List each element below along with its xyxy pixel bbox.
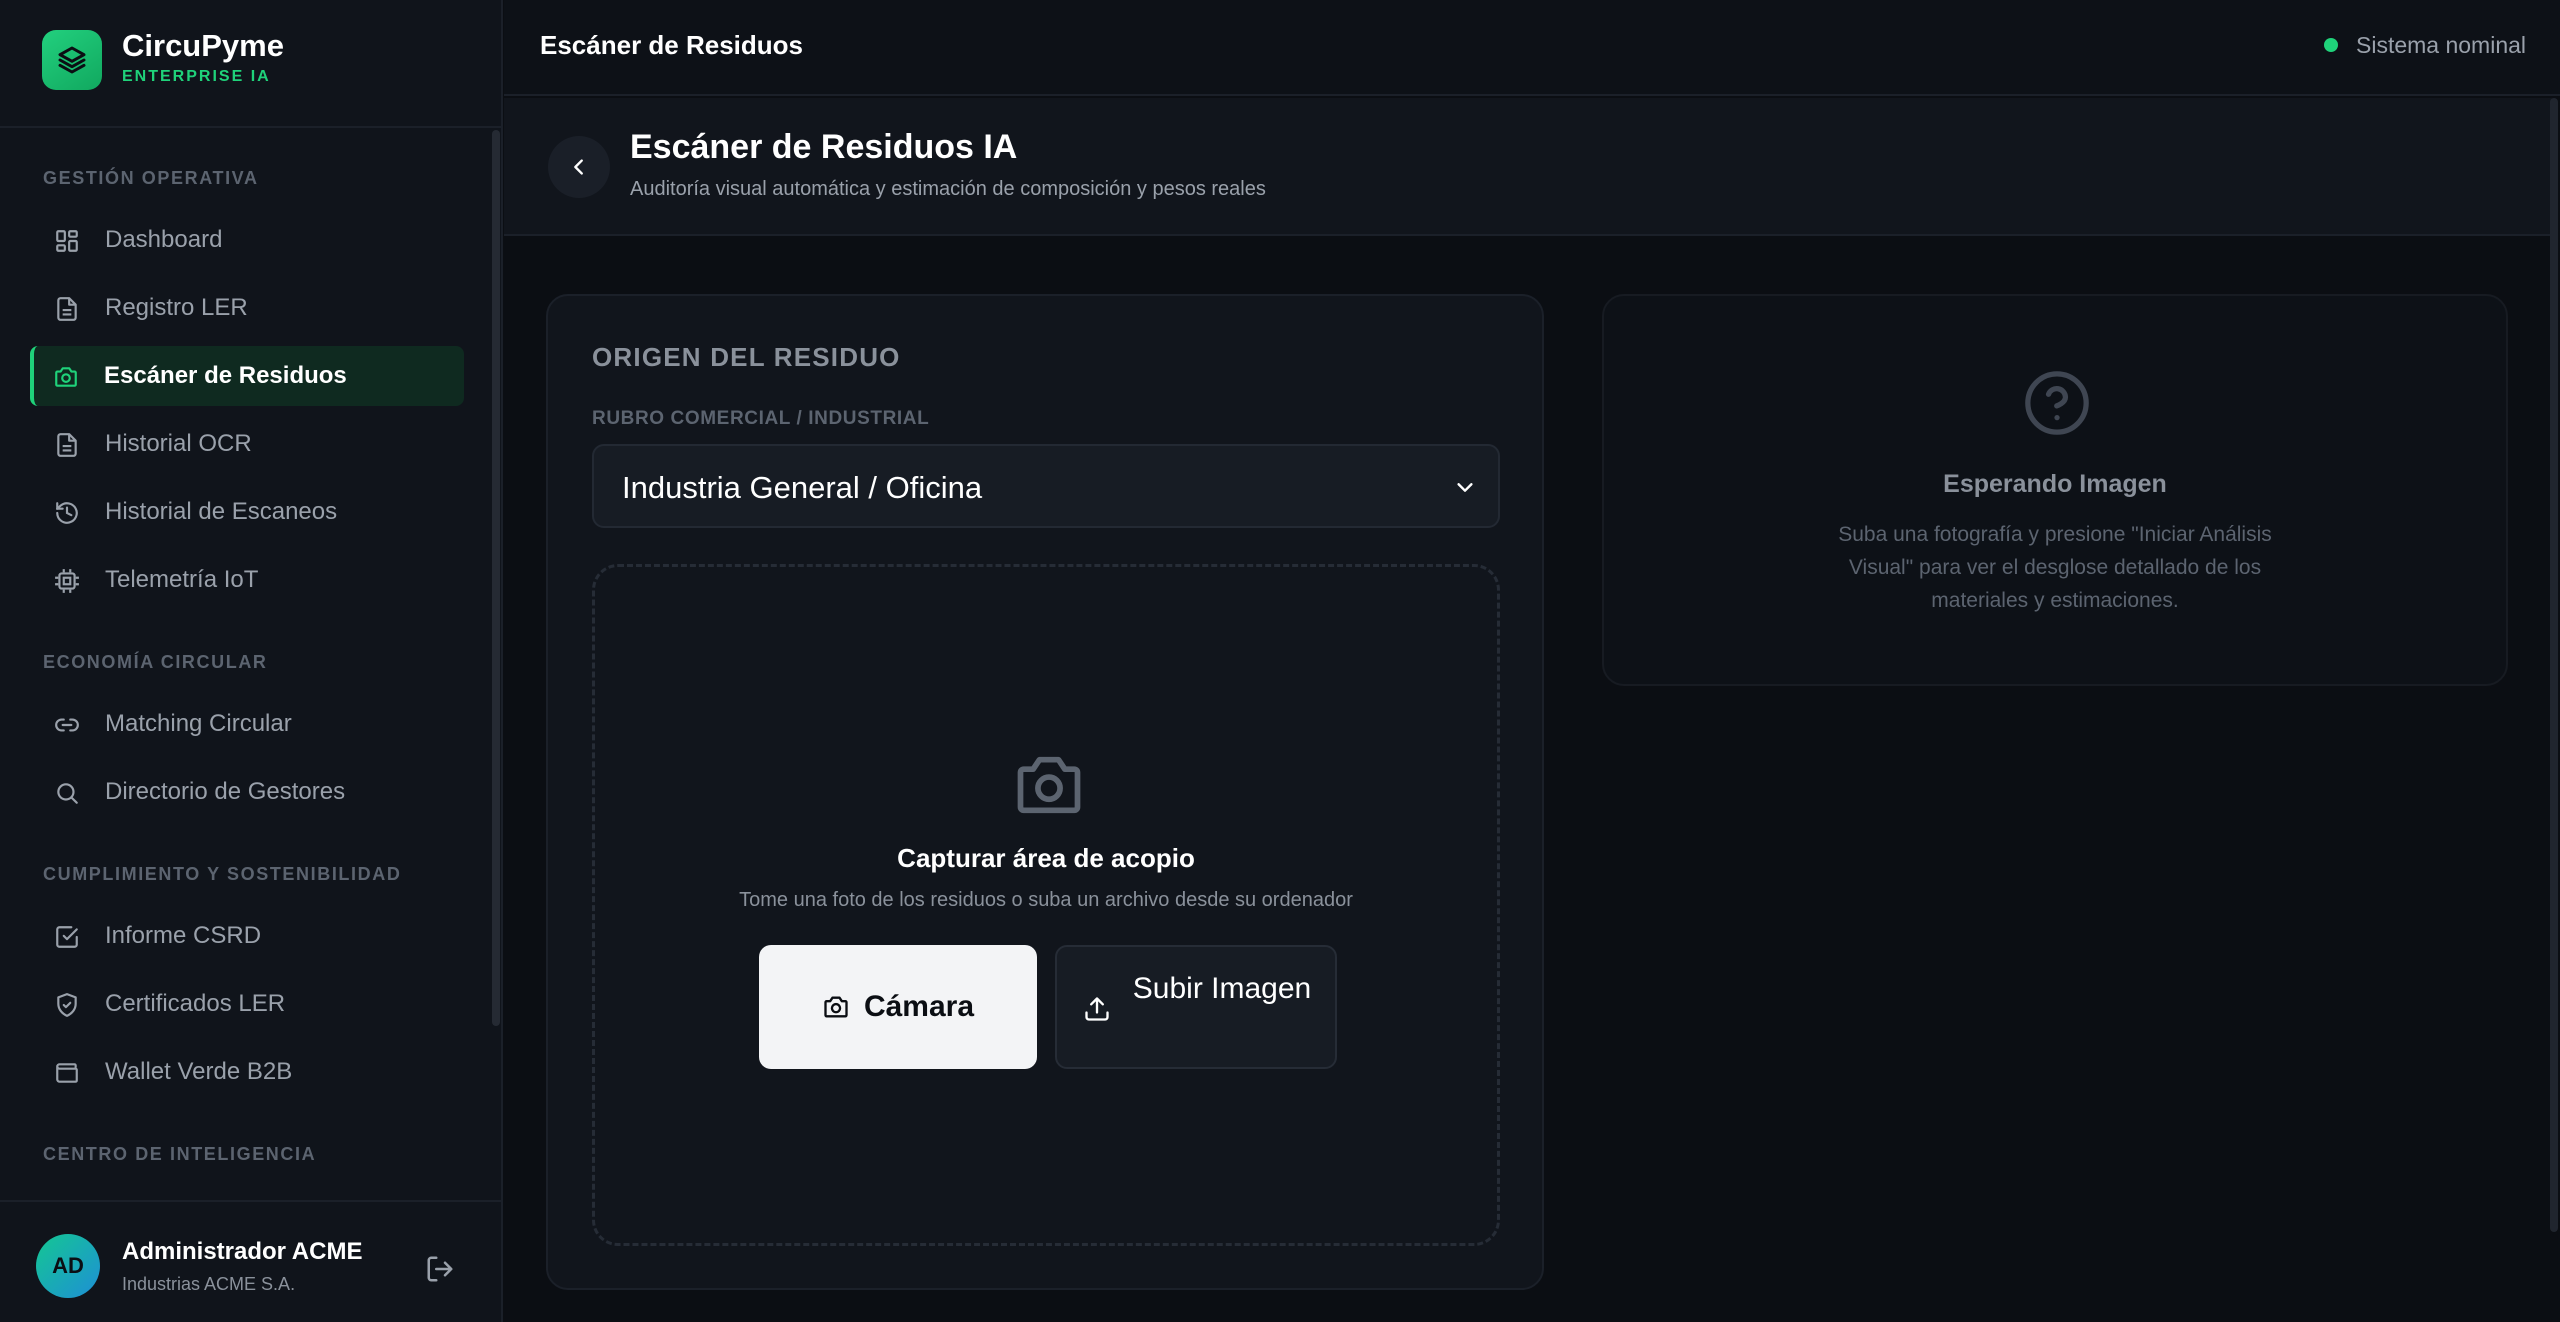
question-circle-icon (2025, 371, 2089, 435)
sidebar-item-label: Wallet Verde B2B (105, 1058, 293, 1085)
user-panel: AD Administrador ACME Industrias ACME S.… (0, 1200, 501, 1322)
sidebar-item-label: Historial de Escaneos (105, 498, 338, 525)
user-organization: Industrias ACME S.A. (122, 1274, 296, 1294)
wallet-icon (56, 1063, 78, 1083)
sidebar-item-label: Escáner de Residuos (104, 362, 347, 389)
analysis-result-card: Esperando Imagen Suba una fotografía y p… (1602, 294, 2508, 686)
origin-card: ORIGEN DEL RESIDUO RUBRO COMERCIAL / IND… (546, 294, 1544, 1290)
system-status: Sistema nominal (2356, 32, 2527, 58)
chip-icon (55, 569, 79, 593)
sidebar-item-label: Informe CSRD (105, 922, 262, 949)
sidebar-item-label: Registro LER (105, 294, 248, 321)
sidebar-item-label: Historial OCR (105, 430, 252, 457)
section-title-gestion: GESTIÓN OPERATIVA (43, 168, 259, 188)
industry-field-label: RUBRO COMERCIAL / INDUSTRIAL (592, 408, 930, 429)
sidebar-item-dashboard[interactable]: Dashboard (30, 210, 464, 270)
sidebar-item-escaner-residuos[interactable]: Escáner de Residuos (30, 346, 464, 406)
sidebar-item-wallet-verde[interactable]: Wallet Verde B2B (30, 1042, 464, 1102)
sidebar-item-label: Directorio de Gestores (105, 778, 346, 805)
image-dropzone[interactable]: Capturar área de acopio Tome una foto de… (592, 564, 1500, 1246)
dropzone-subtitle: Tome una foto de los residuos o suba un … (739, 889, 1353, 911)
sidebar-nav: GESTIÓN OPERATIVA Dashboard Registro LER… (0, 130, 490, 1200)
upload-icon (1085, 997, 1109, 1021)
layers-logo-icon (42, 30, 102, 90)
top-bar-title: Escáner de Residuos (540, 30, 803, 60)
sidebar-scrollbar[interactable] (492, 130, 500, 1026)
industry-select-value: Industria General / Oficina (622, 470, 983, 505)
camera-icon (55, 367, 77, 387)
history-icon (56, 502, 78, 524)
sidebar: CircuPyme ENTERPRISE IA GESTIÓN OPERATIV… (0, 0, 503, 1322)
section-title-economia: ECONOMÍA CIRCULAR (43, 652, 268, 672)
upload-button-label: Subir Imagen (1132, 972, 1312, 1005)
chevron-left-icon (574, 159, 583, 175)
sidebar-item-historial-ocr[interactable]: Historial OCR (30, 414, 464, 474)
document-icon (57, 297, 77, 321)
camera-button-label: Cámara (863, 990, 975, 1023)
page-title: Escáner de Residuos IA (630, 128, 1018, 166)
grid-icon (56, 230, 78, 252)
section-title-cumplimiento: CUMPLIMIENTO Y SOSTENIBILIDAD (43, 864, 402, 884)
camera-button[interactable]: Cámara (759, 945, 1037, 1069)
top-bar: Escáner de Residuos Sistema nominal (504, 0, 2560, 96)
camera-icon (1017, 756, 1081, 814)
main-scrollbar[interactable] (2550, 98, 2558, 1232)
waiting-title: Esperando Imagen (1943, 470, 2167, 498)
shield-check-icon (57, 993, 77, 1017)
search-icon (57, 783, 78, 804)
section-title-inteligencia: CENTRO DE INTELIGENCIA (43, 1144, 317, 1164)
chevron-down-icon (1457, 483, 1473, 492)
brand-subtitle: ENTERPRISE IA (122, 68, 271, 85)
origin-title: ORIGEN DEL RESIDUO (592, 342, 901, 372)
sidebar-item-label: Telemetría IoT (105, 566, 259, 593)
waiting-description: Suba una fotografía y presione "Iniciar … (1838, 523, 2272, 612)
upload-image-button[interactable]: Subir Imagen (1055, 945, 1337, 1069)
page-subtitle: Auditoría visual automática y estimación… (630, 178, 1266, 200)
checkbox-icon (56, 926, 78, 948)
sidebar-item-label: Certificados LER (105, 990, 286, 1017)
page-header: Escáner de Residuos IA Auditoría visual … (504, 98, 2552, 236)
brand-name: CircuPyme (122, 28, 284, 63)
industry-select[interactable]: Industria General / Oficina (592, 444, 1500, 528)
user-name: Administrador ACME (122, 1238, 363, 1265)
back-button[interactable] (548, 136, 610, 198)
sidebar-item-telemetria-iot[interactable]: Telemetría IoT (30, 550, 464, 610)
sidebar-item-label: Dashboard (105, 226, 223, 253)
sidebar-item-registro-ler[interactable]: Registro LER (30, 278, 464, 338)
sidebar-item-matching-circular[interactable]: Matching Circular (30, 694, 464, 754)
brand[interactable]: CircuPyme ENTERPRISE IA (0, 0, 501, 128)
status-indicator (2324, 38, 2338, 52)
link-icon (55, 718, 79, 732)
logout-icon[interactable] (425, 1254, 455, 1284)
camera-icon (824, 996, 848, 1018)
sidebar-item-label: Matching Circular (105, 710, 292, 737)
dropzone-title: Capturar área de acopio (897, 843, 1195, 873)
sidebar-item-certificados-ler[interactable]: Certificados LER (30, 974, 464, 1034)
document-icon (57, 433, 77, 457)
avatar[interactable]: AD (36, 1234, 100, 1298)
sidebar-item-historial-escaneos[interactable]: Historial de Escaneos (30, 482, 464, 542)
sidebar-item-informe-csrd[interactable]: Informe CSRD (30, 906, 464, 966)
sidebar-item-directorio-gestores[interactable]: Directorio de Gestores (30, 762, 464, 822)
